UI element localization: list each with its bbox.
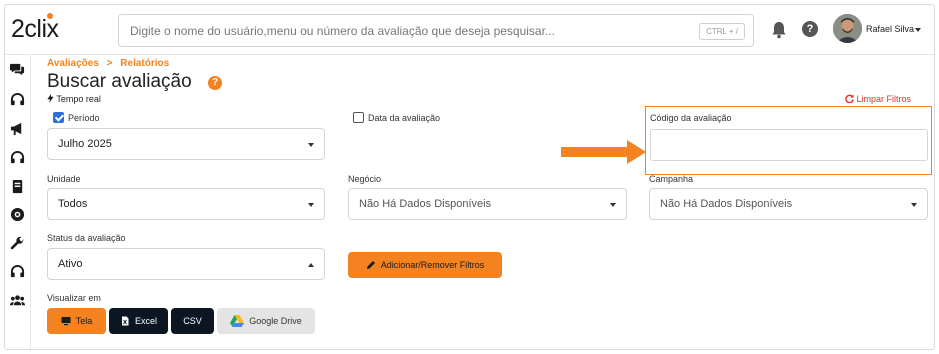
view-tela-button[interactable]: Tela (47, 308, 106, 334)
wrench-icon[interactable] (10, 236, 25, 251)
megaphone-icon[interactable] (10, 121, 25, 136)
global-search-input[interactable]: Digite o nome do usuário,menu ou número … (118, 14, 754, 47)
headset-icon[interactable] (10, 264, 25, 279)
status-select[interactable]: Ativo (47, 248, 325, 280)
clear-filters-label: Limpar Filtros (856, 94, 912, 104)
view-excel-button[interactable]: Excel (109, 308, 168, 334)
data-avaliacao-label: Data da avaliação (368, 113, 441, 123)
chevron-up-icon (308, 263, 314, 267)
chat-icon[interactable] (10, 62, 25, 77)
unidade-label: Unidade (47, 174, 81, 184)
bell-icon[interactable] (771, 21, 787, 39)
campanha-label: Campanha (649, 174, 694, 184)
periodo-select[interactable]: Julho 2025 (47, 128, 325, 160)
avatar-photo (833, 14, 862, 43)
view-google-drive-label: Google Drive (249, 316, 302, 326)
users-icon[interactable] (10, 293, 25, 308)
app-window: 2clix Digite o nome do usuário,menu ou n… (4, 4, 935, 350)
campanha-select[interactable]: Não Há Dados Disponíveis (649, 188, 928, 220)
breadcrumb-relatorios[interactable]: Relatórios (120, 58, 169, 69)
logo-dot (47, 13, 53, 19)
search-placeholder: Digite o nome do usuário,menu ou número … (130, 24, 555, 38)
logo-text: 2clix (11, 15, 59, 43)
unidade-select[interactable]: Todos (47, 188, 325, 220)
visualizar-label: Visualizar em (47, 293, 101, 303)
sidebar (5, 55, 31, 349)
campanha-value: Não Há Dados Disponíveis (660, 198, 793, 210)
view-tela-label: Tela (75, 316, 93, 326)
user-name[interactable]: Rafael Silva (866, 24, 914, 34)
negocio-select[interactable]: Não Há Dados Disponíveis (348, 188, 627, 220)
top-header: 2clix Digite o nome do usuário,menu ou n… (5, 5, 934, 55)
add-remove-filters-button[interactable]: Adicionar/Remover Filtros (348, 252, 502, 278)
breadcrumb-separator: > (106, 58, 113, 69)
book-icon[interactable] (10, 179, 25, 194)
codigo-input[interactable] (650, 129, 928, 161)
headset-icon[interactable] (10, 150, 25, 165)
breadcrumb: Avaliações > Relatórios (47, 58, 169, 69)
view-csv-label: CSV (183, 316, 202, 326)
monitor-icon (61, 317, 71, 326)
codigo-label: Código da avaliação (650, 113, 732, 123)
avatar[interactable] (833, 14, 862, 43)
chevron-down-icon (610, 203, 616, 207)
add-remove-filters-label: Adicionar/Remover Filtros (380, 260, 485, 270)
chevron-down-icon (308, 143, 314, 147)
logo[interactable]: 2clix (11, 13, 59, 44)
arrow-right-icon (561, 140, 646, 164)
target-icon[interactable] (10, 207, 25, 222)
view-csv-button[interactable]: CSV (171, 308, 214, 334)
chevron-down-icon[interactable] (915, 28, 921, 32)
bolt-icon (47, 94, 54, 103)
chevron-down-icon (911, 203, 917, 207)
periodo-label: Período (68, 113, 100, 123)
negocio-label: Negócio (348, 174, 382, 184)
unidade-value: Todos (58, 198, 88, 210)
view-excel-label: Excel (134, 316, 157, 326)
search-shortcut-hint: CTRL + / (699, 23, 745, 40)
status-label: Status da avaliação (47, 233, 126, 243)
file-excel-icon (121, 316, 129, 326)
status-value: Ativo (58, 258, 83, 270)
google-drive-icon (230, 315, 245, 327)
pencil-icon (366, 261, 375, 269)
page-title: Buscar avaliação (47, 71, 192, 92)
realtime-toggle[interactable]: Tempo real (47, 94, 101, 104)
negocio-value: Não Há Dados Disponíveis (359, 198, 492, 210)
realtime-label: Tempo real (56, 94, 101, 104)
chevron-down-icon (308, 203, 314, 207)
help-icon[interactable]: ? (802, 21, 818, 37)
breadcrumb-avaliacoes[interactable]: Avaliações (47, 58, 99, 69)
refresh-icon (845, 94, 854, 104)
view-google-drive-button[interactable]: Google Drive (217, 308, 315, 334)
help-icon[interactable]: ? (208, 76, 222, 90)
periodo-value: Julho 2025 (58, 138, 112, 150)
periodo-checkbox[interactable] (53, 112, 64, 123)
clear-filters-link[interactable]: Limpar Filtros (845, 94, 911, 104)
headset-icon[interactable] (10, 92, 25, 107)
data-avaliacao-checkbox[interactable] (353, 112, 364, 123)
